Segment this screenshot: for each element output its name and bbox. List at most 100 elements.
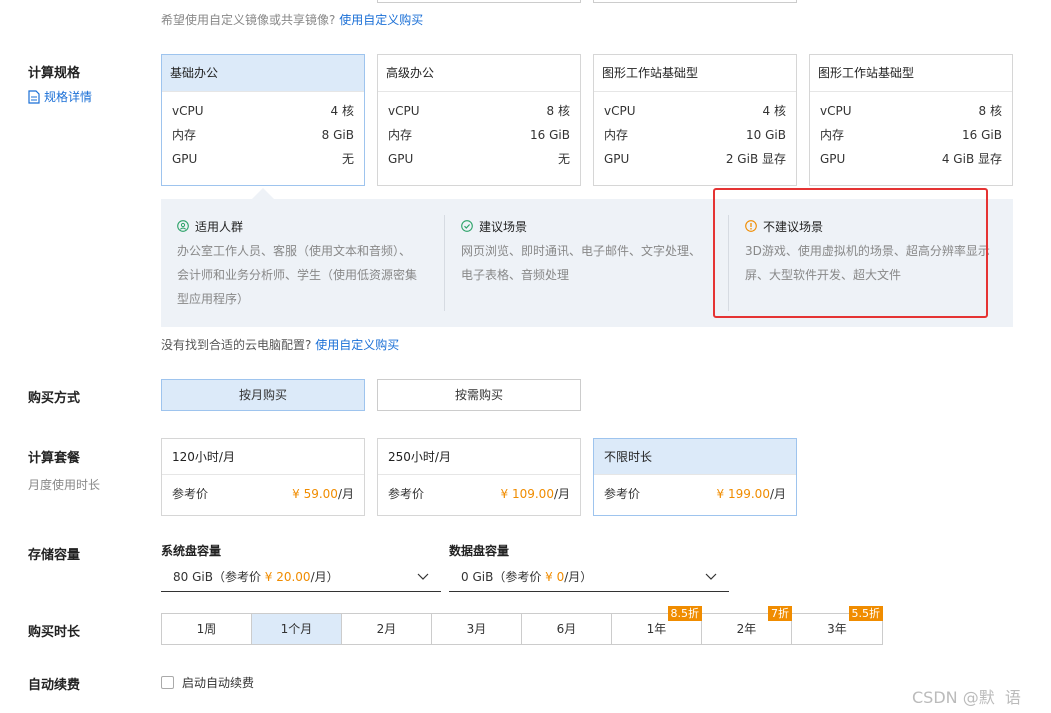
plan-price: ¥ 59.00 [292, 487, 338, 501]
duration-option-3-years[interactable]: 3年 5.5折 [792, 606, 883, 644]
duration-option-6-months[interactable]: 6月 [522, 614, 612, 644]
on-demand-purchase-button[interactable]: 按需购买 [377, 379, 581, 411]
vcpu-label: vCPU [388, 104, 420, 118]
audience-line: 会计师和业务分析师、学生（使用低资源密集 [177, 268, 418, 282]
vcpu-value: 8 核 [978, 104, 1002, 118]
spec-details-label: 规格详情 [44, 90, 93, 104]
auto-renew-checkbox-row[interactable]: 启动自动续费 [161, 674, 254, 691]
discount-badge: 8.5折 [667, 606, 702, 621]
duration-option-3-months[interactable]: 3月 [432, 614, 522, 644]
vcpu-value: 4 核 [330, 104, 354, 118]
plan-price: ¥ 109.00 [500, 487, 554, 501]
auto-renew-label: 自动续费 [28, 678, 81, 693]
custom-image-note: 希望使用自定义镜像或共享镜像? 使用自定义购买 [161, 11, 423, 28]
gpu-label: GPU [388, 152, 414, 166]
spec-card-graphics-basic-2g[interactable]: 图形工作站基础型 vCPU 4 核 内存 10 GiB GPU 2 GiB 显存 [593, 54, 797, 186]
duration-selector: 1周 1个月 2月 3月 6月 1年 8.5折 2年 7折 3年 5.5折 [161, 606, 883, 645]
price-unit: /月 [553, 487, 570, 501]
plan-card-title: 120小时/月 [162, 439, 364, 475]
storage-label: 存储容量 [28, 548, 81, 563]
plan-sublabel: 月度使用时长 [28, 478, 101, 492]
duration-option-1-year[interactable]: 1年 8.5折 [612, 606, 702, 644]
data-disk-label: 数据盘容量 [449, 544, 510, 558]
system-disk-label: 系统盘容量 [161, 544, 222, 558]
plan-card-title: 不限时长 [594, 439, 796, 475]
plan-card-250h[interactable]: 250小时/月 参考价 ¥ 109.00/月 [377, 438, 581, 516]
plan-card-unlimited[interactable]: 不限时长 参考价 ¥ 199.00/月 [593, 438, 797, 516]
custom-purchase-link[interactable]: 使用自定义购买 [339, 13, 423, 27]
user-circle-icon [177, 220, 189, 232]
duration-option-1-month[interactable]: 1个月 [252, 614, 342, 644]
duration-option-2-years[interactable]: 2年 7折 [702, 606, 792, 644]
spec-card-basic-office[interactable]: 基础办公 vCPU 4 核 内存 8 GiB GPU 无 [161, 54, 365, 186]
vcpu-label: vCPU [604, 104, 636, 118]
gpu-label: GPU [604, 152, 630, 166]
memory-label: 内存 [820, 128, 845, 142]
spec-details-link[interactable]: 规格详情 [28, 88, 92, 105]
memory-value: 8 GiB [321, 128, 354, 142]
system-disk-dropdown[interactable]: 80 GiB（参考价 ¥ 20.00/月） [161, 562, 441, 592]
duration-option-1-week[interactable]: 1周 [162, 614, 252, 644]
gpu-value: 2 GiB 显存 [725, 152, 786, 166]
recommended-line: 网页浏览、即时通讯、电子邮件、文字处理、 [461, 244, 702, 258]
plan-price: ¥ 199.00 [716, 487, 770, 501]
spec-card-graphics-basic-4g[interactable]: 图形工作站基础型 vCPU 8 核 内存 16 GiB GPU 4 GiB 显存 [809, 54, 1013, 186]
vcpu-label: vCPU [172, 104, 204, 118]
data-disk-dropdown[interactable]: 0 GiB（参考价 ¥ 0/月） [449, 562, 729, 592]
vcpu-value: 8 核 [546, 104, 570, 118]
cut-off-card-top [593, 0, 797, 3]
spec-card-title: 图形工作站基础型 [594, 55, 796, 92]
plan-card-120h[interactable]: 120小时/月 参考价 ¥ 59.00/月 [161, 438, 365, 516]
audience-line: 办公室工作人员、客服（使用文本和音频）、 [177, 244, 412, 258]
reference-price-label: 参考价 [172, 487, 209, 501]
memory-label: 内存 [172, 128, 197, 142]
gpu-label: GPU [820, 152, 846, 166]
spec-card-title: 基础办公 [162, 55, 364, 92]
discount-badge: 5.5折 [848, 606, 883, 621]
custom-purchase-link[interactable]: 使用自定义购买 [315, 338, 399, 352]
gpu-label: GPU [172, 152, 198, 166]
cut-off-card-top [377, 0, 581, 3]
custom-image-note-text: 希望使用自定义镜像或共享镜像? [161, 13, 336, 27]
chevron-down-icon [705, 573, 717, 580]
price-unit: /月 [337, 487, 354, 501]
memory-value: 16 GiB [530, 128, 570, 142]
auto-renew-checkbox-label: 启动自动续费 [182, 676, 255, 690]
memory-label: 内存 [388, 128, 413, 142]
audience-line: 型应用程序） [177, 292, 250, 306]
gpu-value: 4 GiB 显存 [941, 152, 1002, 166]
monthly-purchase-button[interactable]: 按月购买 [161, 379, 365, 411]
plan-label: 计算套餐 [28, 451, 81, 466]
duration-option-2-months[interactable]: 2月 [342, 614, 432, 644]
audience-title: 适用人群 [195, 219, 244, 234]
price-unit: /月 [769, 487, 786, 501]
memory-label: 内存 [604, 128, 629, 142]
document-icon [28, 89, 40, 104]
spec-card-advanced-office[interactable]: 高级办公 vCPU 8 核 内存 16 GiB GPU 无 [377, 54, 581, 186]
duration-label: 购买时长 [28, 625, 81, 640]
recommended-title: 建议场景 [479, 219, 528, 234]
compute-spec-label: 计算规格 [28, 66, 81, 81]
memory-value: 16 GiB [962, 128, 1002, 142]
gpu-value: 无 [557, 152, 570, 166]
spec-card-title: 高级办公 [378, 55, 580, 92]
audience-column: 适用人群 办公室工作人员、客服（使用文本和音频）、 会计师和业务分析师、学生（使… [177, 213, 439, 311]
recommended-column: 建议场景 网页浏览、即时通讯、电子邮件、文字处理、 电子表格、音频处理 [461, 213, 731, 287]
reference-price-label: 参考价 [604, 487, 641, 501]
auto-renew-checkbox[interactable] [161, 676, 174, 689]
not-found-text: 没有找到合适的云电脑配置? [161, 338, 312, 352]
highlight-annotation-box [713, 188, 988, 318]
reference-price-label: 参考价 [388, 487, 425, 501]
csdn-watermark: CSDN @默 语 [912, 688, 1021, 707]
recommended-line: 电子表格、音频处理 [461, 268, 570, 282]
data-disk-value: 0 GiB（参考价 ¥ 0/月） [461, 570, 593, 584]
memory-value: 10 GiB [746, 128, 786, 142]
discount-badge: 7折 [768, 606, 792, 621]
info-divider [444, 215, 445, 311]
system-disk-value: 80 GiB（参考价 ¥ 20.00/月） [173, 570, 339, 584]
chevron-down-icon [417, 573, 429, 580]
vcpu-label: vCPU [820, 104, 852, 118]
plan-card-title: 250小时/月 [378, 439, 580, 475]
purchase-method-label: 购买方式 [28, 391, 81, 406]
check-circle-icon [461, 220, 473, 232]
